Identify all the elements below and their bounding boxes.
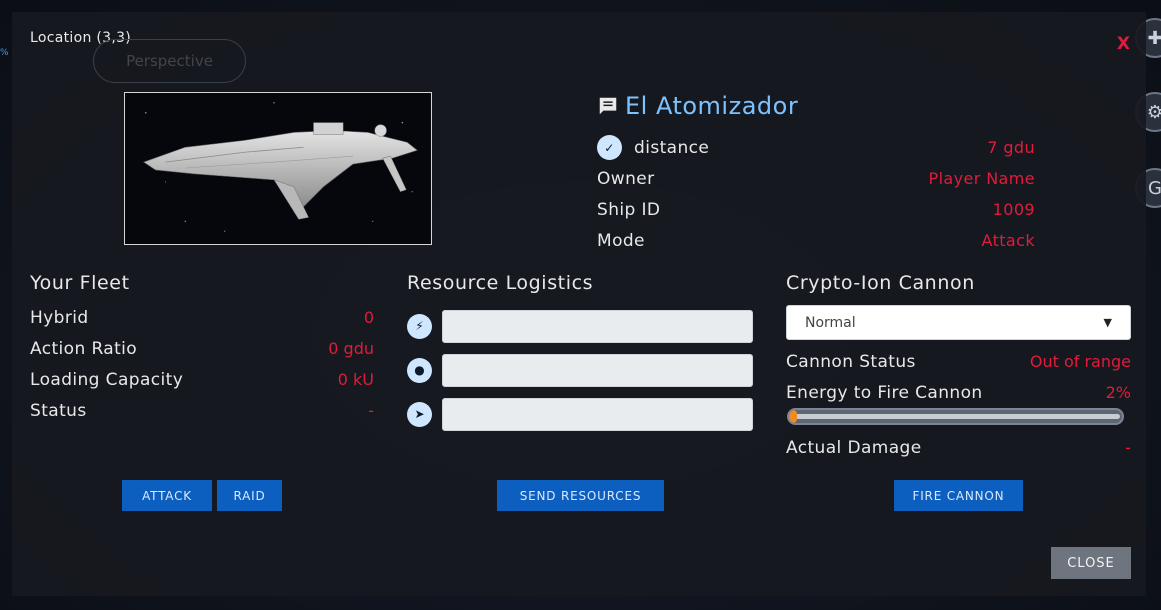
info-row-mode: Mode Attack xyxy=(597,225,1035,256)
info-value: Player Name xyxy=(928,169,1035,188)
info-label: Mode xyxy=(597,230,645,251)
attack-button[interactable]: ATTACK xyxy=(122,480,212,511)
info-label: distance xyxy=(634,137,710,158)
fleet-label: Action Ratio xyxy=(30,338,138,359)
ship-name-row: El Atomizador xyxy=(597,92,798,120)
raid-button[interactable]: RAID xyxy=(217,480,282,511)
energy-label: Energy to Fire Cannon xyxy=(786,382,983,403)
molecule-icon: ● xyxy=(407,357,432,383)
cannon-mode-value: Normal xyxy=(805,314,856,331)
cannon-status-value: Out of range xyxy=(1029,352,1131,371)
resource-row-energy: ⚡ xyxy=(407,304,753,348)
fleet-value: 0 gdu xyxy=(328,339,374,358)
fleet-label: Status xyxy=(30,400,87,421)
cannon-title: Crypto-Ion Cannon xyxy=(786,272,975,294)
info-label: Owner xyxy=(597,168,655,189)
resource-title: Resource Logistics xyxy=(407,272,594,294)
close-button[interactable]: CLOSE xyxy=(1051,547,1131,579)
resource-inputs: ⚡ ● ➤ xyxy=(407,304,753,436)
edge-percent-text: % xyxy=(0,48,9,58)
energy-progress-bar xyxy=(787,408,1124,425)
ship-name: El Atomizador xyxy=(625,92,799,120)
spaceship-illustration xyxy=(143,102,418,232)
fire-cannon-button[interactable]: FIRE CANNON xyxy=(894,480,1023,511)
energy-bar-track xyxy=(791,414,1120,419)
rocket-icon: ➤ xyxy=(407,401,432,427)
info-row-ship-id: Ship ID 1009 xyxy=(597,194,1035,225)
resource-row-molecule: ● xyxy=(407,348,753,392)
damage-value: - xyxy=(1125,438,1131,457)
distance-icon: ✓ xyxy=(597,135,622,160)
damage-label: Actual Damage xyxy=(786,437,922,458)
fleet-value: 0 xyxy=(363,308,374,327)
energy-row: Energy to Fire Cannon 2% xyxy=(786,377,1131,408)
fleet-value: - xyxy=(368,401,374,420)
cannon-status-row: Cannon Status Out of range xyxy=(786,346,1131,377)
molecule-input[interactable] xyxy=(442,353,753,387)
fleet-value: 0 kU xyxy=(337,370,374,389)
info-row-distance: ✓ distance 7 gdu xyxy=(597,132,1035,163)
fleet-info: Hybrid 0 Action Ratio 0 gdu Loading Capa… xyxy=(30,302,374,426)
info-value: 1009 xyxy=(992,200,1035,219)
info-value: Attack xyxy=(981,231,1035,250)
fleet-label: Hybrid xyxy=(30,307,89,328)
info-value: 7 gdu xyxy=(987,138,1035,157)
cannon-info: Cannon Status Out of range Energy to Fir… xyxy=(786,346,1131,408)
energy-bar-fill xyxy=(789,410,798,423)
ship-info: ✓ distance 7 gdu Owner Player Name Ship … xyxy=(597,132,1035,256)
close-x-button[interactable]: X xyxy=(1117,34,1130,54)
fleet-row-status: Status - xyxy=(30,395,374,426)
energy-input[interactable] xyxy=(442,309,753,343)
info-label: Ship ID xyxy=(597,199,661,220)
cannon-mode-select[interactable]: Normal ▼ xyxy=(786,305,1131,340)
rocket-input[interactable] xyxy=(442,397,753,431)
resource-row-rocket: ➤ xyxy=(407,392,753,436)
perspective-button[interactable]: Perspective xyxy=(93,39,246,83)
cannon-status-label: Cannon Status xyxy=(786,351,916,372)
ship-detail-modal: Location (3,3) Perspective X El Atomizad… xyxy=(12,12,1146,596)
fleet-row-loading-capacity: Loading Capacity 0 kU xyxy=(30,364,374,395)
energy-icon: ⚡ xyxy=(407,313,432,339)
actual-damage-row: Actual Damage - xyxy=(786,432,1131,463)
info-row-owner: Owner Player Name xyxy=(597,163,1035,194)
fleet-title: Your Fleet xyxy=(30,272,130,294)
ship-image xyxy=(124,92,432,245)
energy-value: 2% xyxy=(1105,383,1131,402)
chevron-down-icon: ▼ xyxy=(1103,316,1112,329)
fleet-label: Loading Capacity xyxy=(30,369,184,390)
send-resources-button[interactable]: SEND RESOURCES xyxy=(497,480,664,511)
fleet-row-action-ratio: Action Ratio 0 gdu xyxy=(30,333,374,364)
chat-icon[interactable] xyxy=(597,95,619,117)
fleet-row-hybrid: Hybrid 0 xyxy=(30,302,374,333)
